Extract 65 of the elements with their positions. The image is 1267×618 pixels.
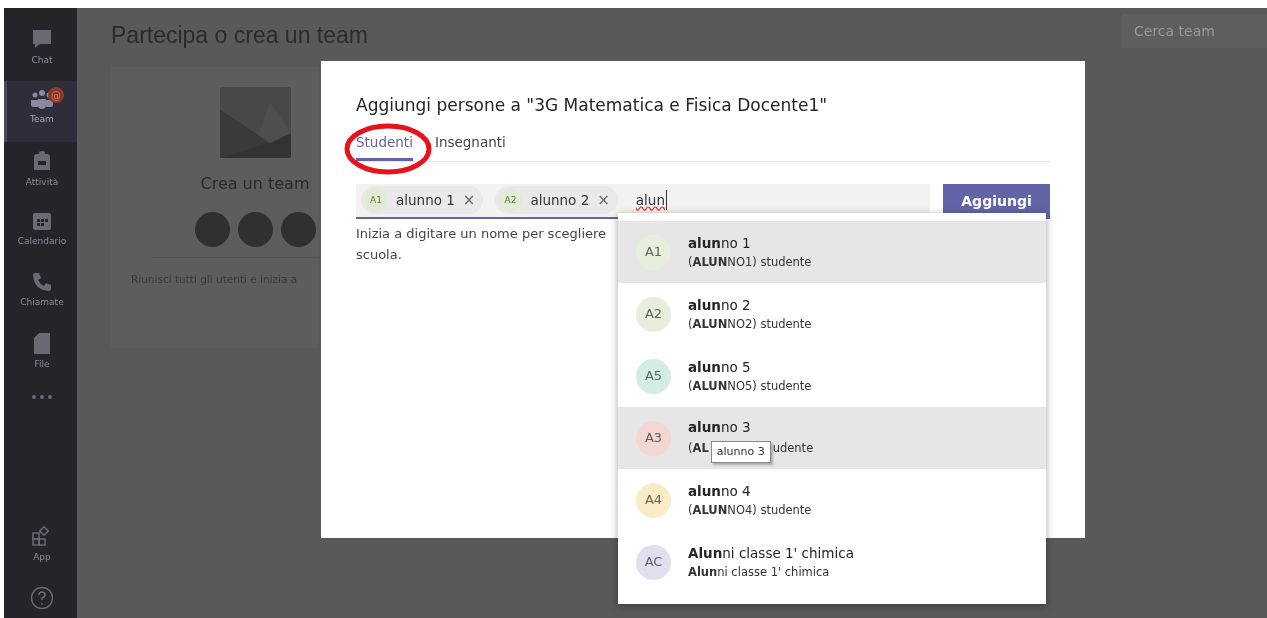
suggestion-item[interactable]: A3 alunno 3 (AL alunno 3 udente (618, 407, 1046, 469)
calendar-icon (32, 211, 52, 231)
suggestion-item[interactable]: A2 alunno 2 (ALUNNO2) studente (618, 283, 1046, 345)
avatar-placeholder (194, 211, 230, 247)
backpack-icon (33, 150, 51, 172)
suggestion-name: alunno 5 (688, 357, 752, 377)
hint-text: scuola. (356, 245, 402, 264)
avatar: A1 (364, 188, 388, 213)
sidebar-label: Chat (31, 54, 53, 67)
sidebar-label: File (34, 358, 50, 371)
sidebar-item[interactable]: Team @ (4, 81, 77, 142)
avatar: A2 (636, 296, 671, 332)
avatar: A4 (636, 482, 671, 518)
chip-name: alunno 2 (530, 191, 590, 211)
dialog-title: Aggiungi persone a "3G Matematica e Fisica Docente1" (356, 94, 829, 117)
tooltip: alunno 3 (710, 440, 771, 463)
sidebar-label: Team (30, 113, 54, 126)
people-field[interactable]: A1 alunno 1 × A2 alunno 2 × alun (356, 183, 930, 219)
typed-text: alun (635, 190, 667, 211)
avatar-placeholder (237, 211, 273, 247)
sidebar-item[interactable]: Calendario (4, 203, 77, 264)
suggestion-detail: (ALUNNO1) studente (688, 253, 812, 271)
sidebar-label: App (33, 551, 51, 564)
suggestion-name: alunno 1 (688, 233, 752, 253)
search-field[interactable]: Cerca team (1122, 14, 1267, 48)
image-placeholder-icon (219, 86, 291, 158)
sidebar-label: Calendario (17, 235, 67, 248)
sidebar-item[interactable]: App (4, 517, 77, 578)
suggestion-item[interactable]: A1 alunno 1 (ALUNNO1) studente (618, 221, 1046, 283)
chip-name: alunno 1 (396, 191, 455, 211)
avatar: A2 (498, 188, 523, 213)
tab[interactable]: Insegnanti (434, 130, 506, 161)
chat-icon (31, 28, 53, 50)
hint-text: Inizia a digitare un nome per scegliere (356, 224, 607, 243)
more-icon (31, 394, 53, 400)
suggestion-detail: (AL (688, 439, 709, 457)
suggestion-name: Alunni classe 1' chimica (688, 543, 854, 563)
sidebar-label: Chiamate (20, 296, 64, 309)
remove-button[interactable]: × (462, 192, 476, 208)
suggestion-detail: (ALUNNO4) studente (688, 501, 812, 519)
suggestion-detail: udente (772, 439, 814, 457)
suggestion-name: alunno 3 (688, 417, 752, 437)
sidebar-item[interactable]: Chiamate (4, 264, 77, 325)
suggestion-detail: (ALUNNO2) studente (688, 315, 812, 333)
avatar: A5 (636, 358, 671, 394)
avatar: A3 (636, 420, 671, 456)
suggestion-item[interactable]: A5 alunno 5 (ALUNNO5) studente (618, 345, 1046, 407)
mention-badge: @ (48, 87, 64, 103)
sidebar-item[interactable]: File (4, 325, 77, 386)
phone-icon (32, 272, 52, 292)
remove-button[interactable]: × (597, 192, 610, 208)
suggestion-item[interactable]: AC Alunni classe 1' chimica Alunni classe 1' chimica (618, 531, 1046, 593)
sidebar-label: Attività (25, 176, 59, 189)
suggestion-name: alunno 4 (688, 481, 752, 501)
suggestion-detail: (ALUNNO5) studente (688, 377, 812, 395)
sidebar-item[interactable]: Chat (4, 20, 77, 81)
file-icon (34, 333, 50, 354)
help-icon (30, 586, 54, 610)
suggestion-item[interactable]: A4 alunno 4 (ALUNNO4) studente (618, 469, 1046, 531)
avatar-placeholder (280, 211, 316, 247)
avatar: AC (636, 544, 671, 580)
avatar: A1 (636, 234, 671, 270)
sidebar-item[interactable]: Attività (4, 142, 77, 203)
suggestion-detail: Alunni classe 1' chimica (688, 563, 830, 581)
suggestion-name: alunno 2 (688, 295, 752, 315)
